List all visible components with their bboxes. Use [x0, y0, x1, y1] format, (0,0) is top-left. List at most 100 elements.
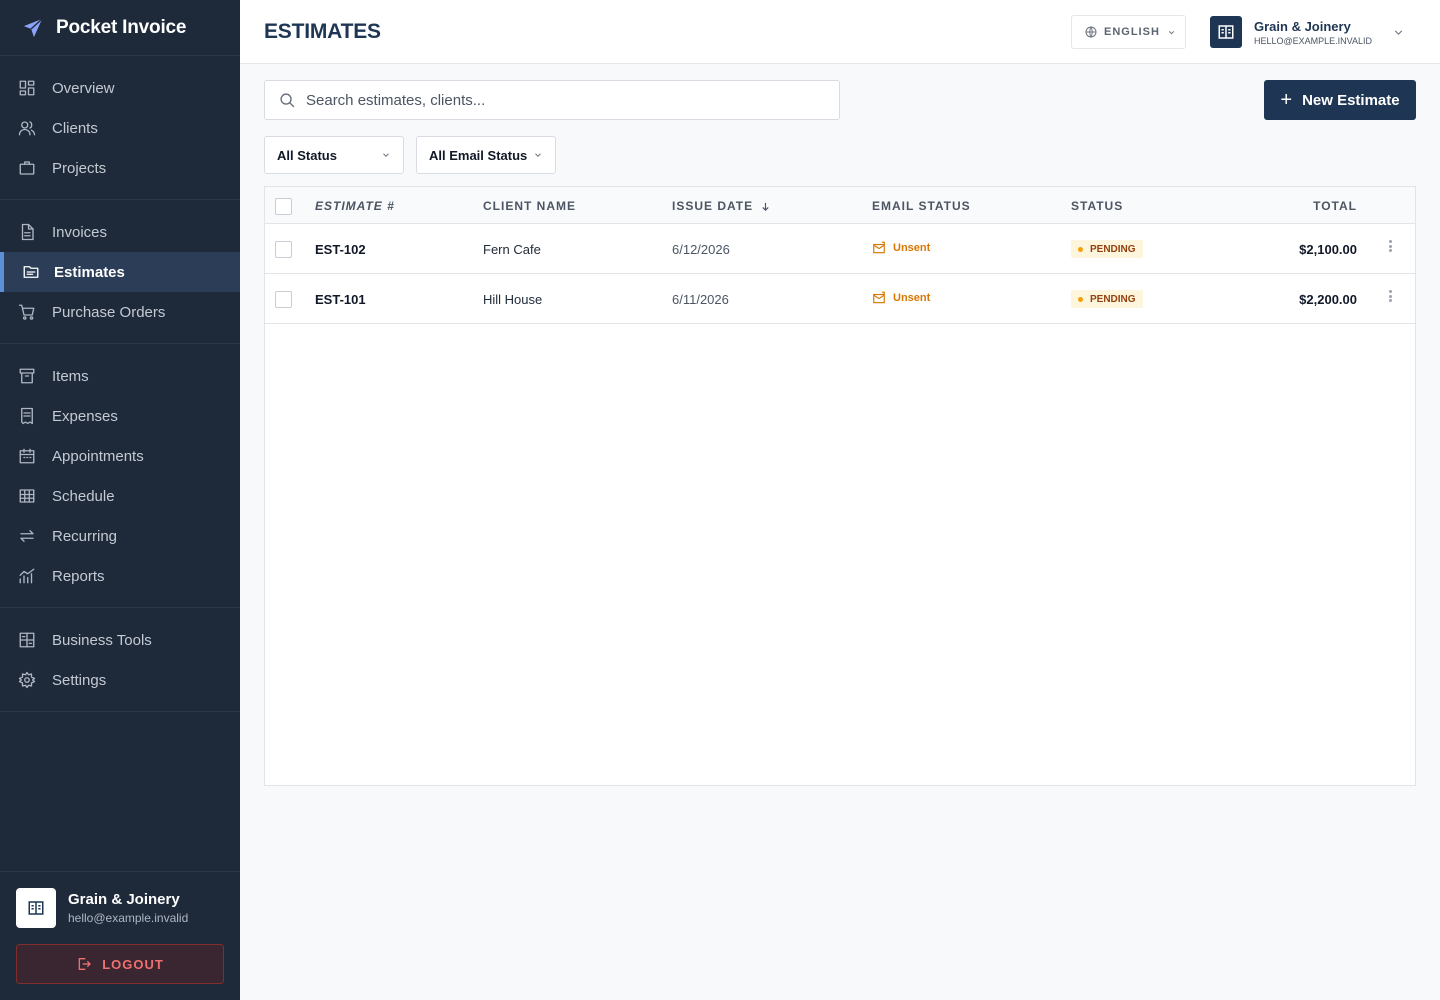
sidebar-item-label: Clients [52, 119, 98, 137]
chevron-down-icon [1168, 30, 1174, 34]
table-body: EST-102 Fern Cafe 6/12/2026 Unsent PENDING $2… [265, 224, 1415, 324]
column-status[interactable]: STATUS [1071, 199, 1123, 213]
sidebar-item-invoices[interactable]: Invoices [0, 212, 240, 252]
language-selector[interactable]: ENGLISH [1071, 15, 1186, 49]
estimate-number[interactable]: EST-101 [315, 292, 366, 307]
status-label: PENDING [1090, 243, 1136, 255]
mail-icon [873, 241, 885, 254]
client-name: Fern Cafe [483, 242, 541, 257]
schedule-icon [18, 487, 36, 505]
sidebar-item-expenses[interactable]: Expenses [0, 396, 240, 436]
page-title: ESTIMATES [264, 19, 381, 43]
projects-icon [18, 159, 36, 177]
business-profile[interactable]: Grain & Joinery hello@example.invalid [16, 888, 224, 928]
sidebar: Pocket Invoice Overview Clients Projects In… [0, 0, 240, 1000]
search-input[interactable] [306, 91, 806, 109]
account-menu[interactable]: Grain & Joinery HELLO@EXAMPLE.INVALID [1210, 14, 1405, 50]
logout-icon [78, 958, 92, 970]
column-issue-date-label: ISSUE DATE [672, 199, 754, 213]
sidebar-item-projects[interactable]: Projects [0, 148, 240, 188]
table-header: ESTIMATE # CLIENT NAME ISSUE DATE EMAIL … [265, 187, 1415, 224]
sidebar-item-items[interactable]: Items [0, 356, 240, 396]
cart-icon [18, 303, 36, 321]
sidebar-item-appointments[interactable]: Appointments [0, 436, 240, 476]
sidebar-item-business-tools[interactable]: Business Tools [0, 620, 240, 660]
chevron-down-icon [1394, 29, 1403, 35]
nav-group: Overview Clients Projects [0, 56, 240, 200]
calendar-icon [18, 447, 36, 465]
email-status-filter-select[interactable]: All Email Status [416, 136, 556, 174]
tools-icon [18, 631, 36, 649]
items-icon [18, 367, 36, 385]
column-client-name[interactable]: CLIENT NAME [483, 199, 576, 213]
top-header: ESTIMATES ENGLISH Grain & Joinery HELLO@… [240, 0, 1440, 64]
row-checkbox[interactable] [275, 291, 292, 308]
email-status-filter-value: All Email Status [429, 147, 528, 163]
status-dot [1078, 246, 1083, 252]
sidebar-item-settings[interactable]: Settings [0, 660, 240, 700]
row-actions-icon[interactable] [1385, 288, 1395, 304]
sidebar-item-label: Recurring [52, 527, 118, 545]
gear-icon [18, 671, 36, 689]
sidebar-item-label: Reports [52, 567, 105, 585]
app-name: Pocket Invoice [56, 16, 187, 38]
account-name: Grain & Joinery [1254, 18, 1351, 34]
sidebar-item-label: Appointments [52, 447, 144, 465]
search-icon [280, 92, 295, 107]
sidebar-item-label: Business Tools [52, 631, 152, 649]
sidebar-item-reports[interactable]: Reports [0, 556, 240, 596]
sidebar-item-recurring[interactable]: Recurring [0, 516, 240, 556]
sidebar-item-label: Settings [52, 671, 107, 689]
sidebar-item-schedule[interactable]: Schedule [0, 476, 240, 516]
estimates-icon [22, 263, 40, 281]
sidebar-item-label: Schedule [52, 487, 115, 505]
row-actions-icon[interactable] [1385, 238, 1395, 254]
status-filter-value: All Status [277, 147, 337, 163]
estimate-number[interactable]: EST-102 [315, 242, 366, 257]
paper-plane-icon [23, 17, 43, 37]
sidebar-item-estimates[interactable]: Estimates [0, 252, 240, 292]
sidebar-item-label: Overview [52, 79, 115, 97]
column-estimate-number[interactable]: ESTIMATE # [315, 199, 395, 213]
row-checkbox[interactable] [275, 241, 292, 258]
column-email-status[interactable]: EMAIL STATUS [872, 199, 971, 213]
expenses-icon [18, 407, 36, 425]
logout-button[interactable]: LOGOUT [16, 944, 224, 984]
sidebar-nav: Overview Clients Projects Invoices Estimates… [0, 56, 240, 712]
sidebar-item-purchase-orders[interactable]: Purchase Orders [0, 292, 240, 332]
sidebar-item-clients[interactable]: Clients [0, 108, 240, 148]
recurring-icon [18, 527, 36, 545]
email-status: Unsent [872, 291, 930, 305]
sidebar-footer: Grain & Joinery hello@example.invalid LO… [0, 871, 240, 1000]
select-all-checkbox[interactable] [275, 198, 292, 215]
issue-date: 6/11/2026 [672, 292, 729, 307]
new-estimate-label: New Estimate [1302, 91, 1400, 109]
brand[interactable]: Pocket Invoice [0, 0, 240, 56]
chevron-down-icon [535, 153, 541, 157]
sidebar-item-overview[interactable]: Overview [0, 68, 240, 108]
issue-date: 6/12/2026 [672, 242, 730, 257]
business-email: hello@example.invalid [68, 911, 189, 925]
email-status-label: Unsent [893, 242, 931, 254]
clients-icon [18, 119, 36, 137]
sidebar-item-label: Purchase Orders [52, 303, 166, 321]
client-name: Hill House [483, 292, 543, 307]
search-box [264, 80, 840, 120]
sidebar-item-label: Items [52, 367, 89, 385]
column-total[interactable]: TOTAL [1313, 199, 1357, 213]
status-badge: PENDING [1071, 240, 1143, 258]
status-filter-select[interactable]: All Status [264, 136, 404, 174]
account-email: HELLO@EXAMPLE.INVALID [1254, 35, 1373, 46]
table-row[interactable]: EST-101 Hill House 6/11/2026 Unsent PENDING $… [265, 274, 1415, 324]
nav-group: Invoices Estimates Purchase Orders [0, 200, 240, 344]
email-status-label: Unsent [893, 292, 931, 304]
invoices-icon [18, 223, 36, 241]
column-issue-date[interactable]: ISSUE DATE [672, 199, 771, 213]
table-row[interactable]: EST-102 Fern Cafe 6/12/2026 Unsent PENDING $2… [265, 224, 1415, 274]
language-label: ENGLISH [1104, 26, 1160, 38]
nav-group: Business Tools Settings [0, 608, 240, 712]
email-status: Unsent [872, 241, 930, 255]
total-amount: $2,100.00 [1299, 242, 1357, 257]
new-estimate-button[interactable]: + New Estimate [1264, 80, 1416, 120]
sidebar-item-label: Estimates [54, 263, 125, 281]
